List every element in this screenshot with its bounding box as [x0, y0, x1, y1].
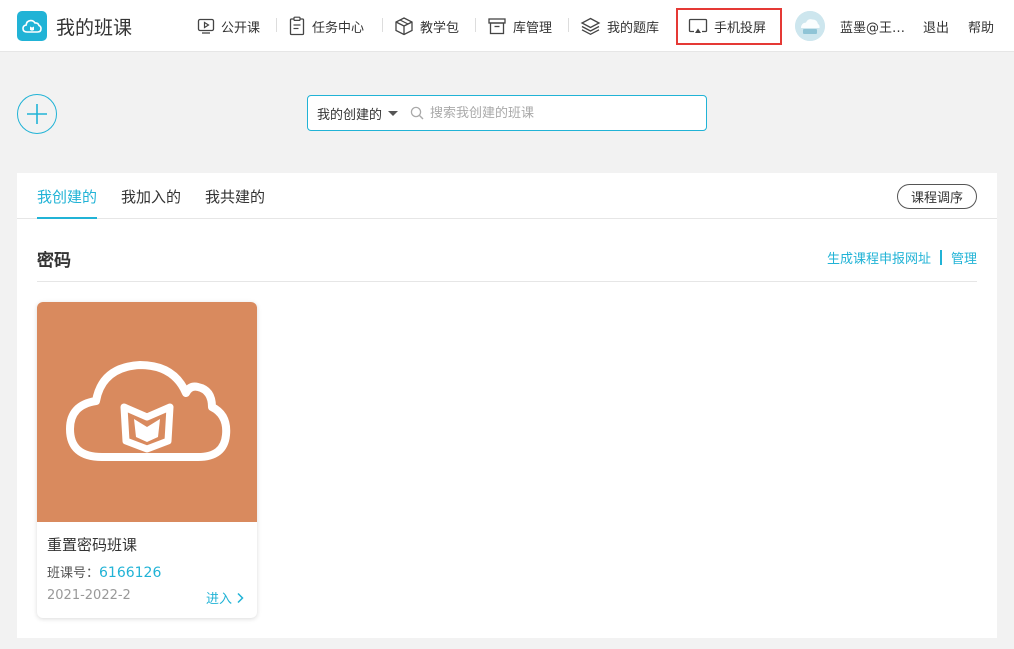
nav-divider	[475, 18, 476, 32]
manage-link[interactable]: 管理	[951, 248, 977, 267]
course-panel: 我创建的 我加入的 我共建的 课程调序 密码 生成课程申报网址 管理 重置密码班…	[17, 173, 997, 638]
course-code: 班课号：6166126	[47, 562, 161, 581]
course-title: 重置密码班课	[47, 536, 138, 554]
nav-screen-cast[interactable]: 手机投屏	[688, 14, 766, 38]
add-course-button[interactable]	[17, 94, 57, 134]
enter-course-label: 进入	[205, 592, 232, 607]
nav-teaching-package-label: 教学包	[420, 20, 460, 36]
tab-co-built[interactable]: 我共建的	[205, 186, 265, 217]
nav-task-center-label: 任务中心	[312, 20, 365, 36]
app-logo-icon[interactable]	[17, 11, 47, 41]
archive-box-icon	[488, 18, 506, 35]
search-scope-label: 我的创建的	[317, 107, 383, 123]
search-icon	[410, 106, 424, 120]
nav-library-management-label: 库管理	[513, 20, 553, 36]
generate-course-url-link[interactable]: 生成课程申报网址	[827, 248, 931, 267]
caret-down-icon	[388, 110, 399, 116]
search-bar: 我的创建的	[307, 95, 707, 131]
video-play-icon	[197, 18, 215, 34]
tab-joined[interactable]: 我加入的	[121, 186, 181, 217]
search-scope-dropdown[interactable]: 我的创建的	[317, 104, 399, 123]
section-title: 密码	[37, 251, 71, 271]
search-input[interactable]	[430, 105, 691, 121]
clipboard-icon	[289, 16, 305, 36]
avatar[interactable]	[795, 11, 825, 41]
nav-teaching-package[interactable]: 教学包	[394, 14, 459, 38]
course-code-value: 6166126	[99, 565, 162, 581]
section-actions: 生成课程申报网址 管理	[827, 248, 977, 267]
course-tabs: 我创建的 我加入的 我共建的 课程调序	[17, 173, 997, 219]
nav-divider	[568, 18, 569, 32]
chevron-right-icon	[237, 592, 244, 603]
user-name[interactable]: 蓝墨@王…	[840, 17, 912, 36]
nav-open-course-label: 公开课	[221, 20, 261, 36]
help-link[interactable]: 帮助	[968, 17, 994, 36]
nav-open-course[interactable]: 公开课	[197, 14, 260, 38]
app-title: 我的班课	[56, 17, 133, 39]
top-navigation-bar: 我的班课 公开课 任务中心 教学包 库管理 我的题库 手机投屏 蓝墨@王… 退出…	[0, 0, 1014, 52]
nav-my-question-bank-label: 我的题库	[607, 20, 660, 36]
nav-task-center[interactable]: 任务中心	[288, 14, 364, 38]
course-term: 2021-2022-2	[47, 588, 131, 603]
section-divider	[37, 281, 977, 282]
tab-created[interactable]: 我创建的	[37, 186, 98, 219]
link-divider	[939, 250, 942, 265]
nav-divider	[382, 18, 383, 32]
cloud-book-icon	[66, 361, 231, 461]
course-cover	[37, 302, 257, 522]
course-order-button[interactable]: 课程调序	[897, 184, 977, 209]
logout-link[interactable]: 退出	[923, 17, 949, 36]
course-code-label: 班课号：	[47, 566, 100, 581]
nav-screen-cast-label: 手机投屏	[714, 20, 767, 36]
course-card[interactable]: 重置密码班课 班课号：6166126 2021-2022-2 进入	[37, 302, 257, 618]
enter-course-link[interactable]: 进入	[206, 588, 245, 607]
package-box-icon	[395, 17, 413, 36]
nav-library-management[interactable]: 库管理	[487, 14, 552, 38]
layers-icon	[580, 17, 601, 36]
nav-my-question-bank[interactable]: 我的题库	[580, 14, 659, 38]
screen-cast-icon	[688, 18, 708, 33]
plus-circle-icon	[27, 104, 47, 124]
nav-divider	[276, 18, 277, 32]
